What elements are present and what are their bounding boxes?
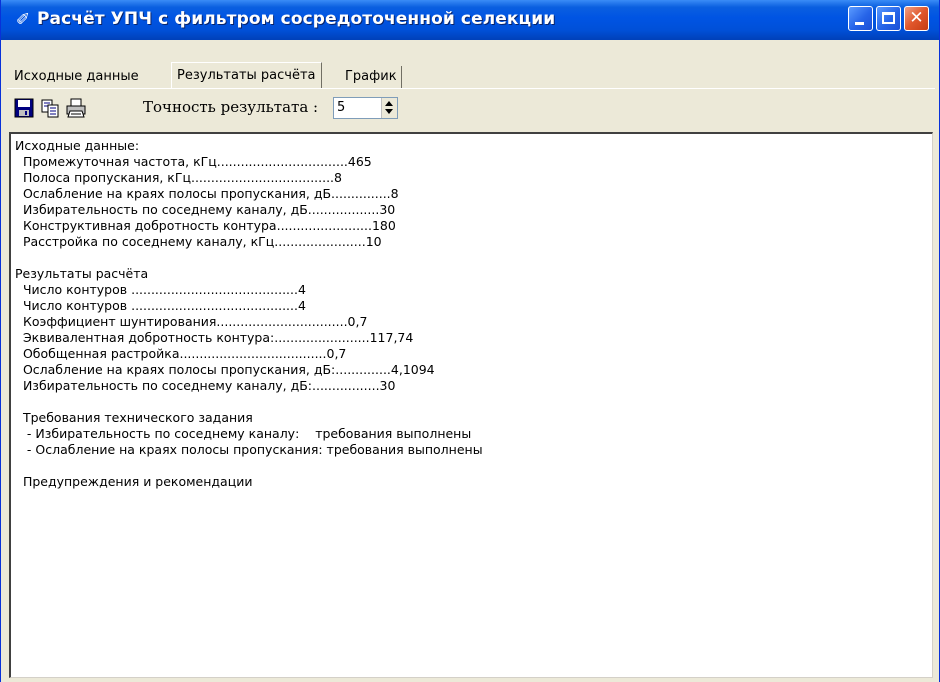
copy-icon xyxy=(41,99,59,118)
results-text: Исходные данные: Промежуточная частота, … xyxy=(15,138,483,489)
pencil-icon: ✐ xyxy=(15,10,31,30)
tab-input-data[interactable]: Исходные данные xyxy=(11,66,142,88)
save-icon xyxy=(14,98,34,118)
toolbar: Точность результата : 5 xyxy=(11,94,511,126)
main-window: ✐ Расчёт УПЧ с фильтром сосредоточенной … xyxy=(0,0,940,682)
tab-strip: Исходные данные Результаты расчёта Графи… xyxy=(11,62,431,88)
minimize-icon xyxy=(855,22,864,25)
tab-chart[interactable]: График xyxy=(341,66,402,88)
spin-up-icon[interactable] xyxy=(385,101,393,106)
precision-label: Точность результата : xyxy=(143,98,319,116)
results-text-area[interactable]: Исходные данные: Промежуточная частота, … xyxy=(9,132,933,678)
precision-value[interactable]: 5 xyxy=(337,99,345,117)
print-button[interactable] xyxy=(65,97,87,119)
maximize-icon xyxy=(882,12,895,24)
print-icon xyxy=(66,98,86,118)
copy-button[interactable] xyxy=(39,97,61,119)
title-bar[interactable]: ✐ Расчёт УПЧ с фильтром сосредоточенной … xyxy=(1,0,939,40)
close-button[interactable]: ✕ xyxy=(904,6,929,31)
window-title: Расчёт УПЧ с фильтром сосредоточенной се… xyxy=(37,9,556,29)
tab-divider xyxy=(7,88,935,89)
maximize-button[interactable] xyxy=(876,6,901,31)
spinner-buttons[interactable] xyxy=(381,98,397,118)
precision-spinner[interactable]: 5 xyxy=(333,97,398,119)
close-icon: ✕ xyxy=(909,8,924,28)
save-button[interactable] xyxy=(13,97,35,119)
minimize-button[interactable] xyxy=(848,6,873,31)
tab-results[interactable]: Результаты расчёта xyxy=(171,62,322,88)
spin-down-icon[interactable] xyxy=(385,109,393,114)
